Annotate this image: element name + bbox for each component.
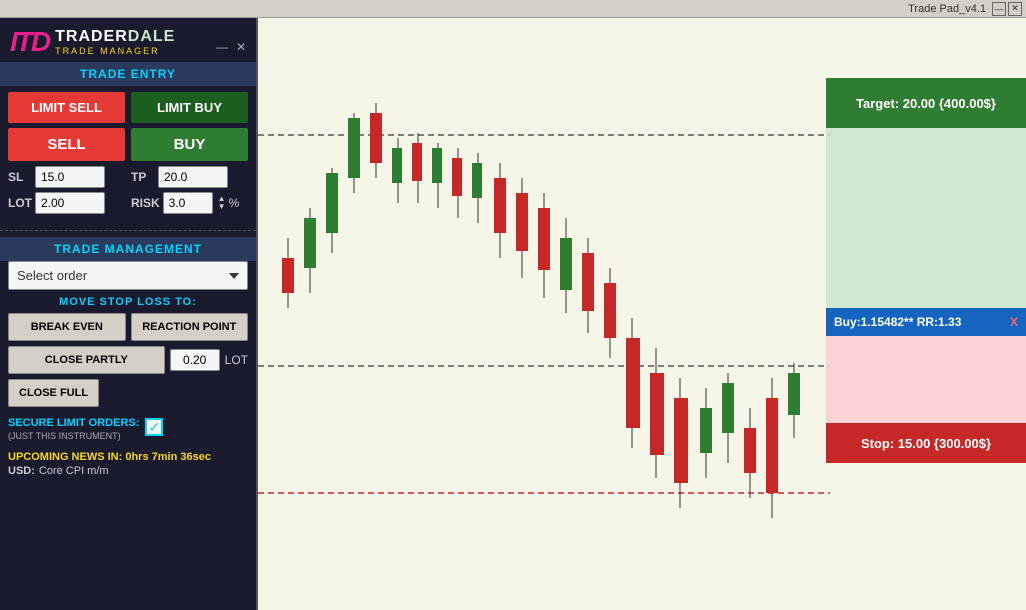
tp-label: TP — [131, 170, 155, 184]
title-bar: Trade Pad_v4.1 — ✕ — [0, 0, 1026, 18]
risk-input[interactable] — [163, 192, 213, 214]
logo-text: TRADERDALE TRADE MANAGER — [55, 28, 175, 56]
candle-body — [604, 283, 616, 338]
candle-body — [700, 408, 712, 453]
candle-body — [472, 163, 482, 198]
close-button[interactable]: ✕ — [1008, 2, 1022, 16]
candle-body — [370, 113, 382, 163]
buy-button[interactable]: BUY — [131, 128, 248, 161]
candle-body — [788, 373, 800, 415]
sl-field: SL — [8, 166, 125, 188]
sl-tp-row: SL TP — [8, 166, 248, 188]
candle-body — [626, 338, 640, 428]
tp-input[interactable] — [158, 166, 228, 188]
risk-arrows[interactable]: ▲ ▼ — [218, 195, 226, 211]
market-buttons-row: SELL BUY — [8, 128, 248, 161]
risk-down-arrow[interactable]: ▼ — [218, 203, 226, 211]
trade-mgmt-header: TRADE MANAGEMENT — [0, 237, 256, 261]
trade-entry-header: TRADE ENTRY — [0, 62, 256, 86]
secure-label: SECURE LIMIT ORDERS: — [8, 417, 139, 429]
price-target-bar: Target: 20.00 {400.00$} — [826, 78, 1026, 128]
close-partly-lot-input[interactable] — [170, 349, 220, 371]
sell-button[interactable]: SELL — [8, 128, 125, 161]
candle-body — [392, 148, 402, 183]
candle-body — [326, 173, 338, 233]
close-partly-lot-label: LOT — [225, 353, 248, 367]
news-currency: USD: — [8, 465, 35, 477]
tp-field: TP — [131, 166, 248, 188]
close-partly-button[interactable]: CLOSE PARTLY — [8, 346, 165, 374]
price-entry-label: Buy:1.15482** RR:1.33 — [834, 315, 961, 329]
news-section: UPCOMING NEWS IN: 0hrs 7min 36sec USD: C… — [0, 447, 256, 481]
candle-body — [348, 118, 360, 178]
logo-brand: TRADERDALE — [55, 28, 175, 46]
logo-icon: ITD — [10, 26, 49, 58]
secure-sublabel: (JUST THIS INSTRUMENT) — [8, 431, 139, 441]
lot-field: LOT — [8, 192, 125, 214]
news-item: USD: Core CPI m/m — [8, 465, 248, 477]
upcoming-label: UPCOMING NEWS IN: — [8, 451, 122, 463]
limit-buy-button[interactable]: LIMIT BUY — [131, 92, 248, 123]
logo-area: ITD TRADERDALE TRADE MANAGER — ✕ — [0, 18, 256, 62]
chart-area: Target: 20.00 {400.00$} Buy:1.15482** RR… — [258, 18, 1026, 610]
section-divider — [0, 230, 256, 231]
price-red-zone — [826, 336, 1026, 436]
lot-label: LOT — [8, 196, 32, 210]
price-green-zone — [826, 128, 1026, 308]
risk-label: RISK — [131, 196, 160, 210]
reaction-point-button[interactable]: REACTION POINT — [131, 313, 249, 341]
candle-body — [766, 398, 778, 493]
candle-body — [674, 398, 688, 483]
candle-body — [722, 383, 734, 433]
candle-body — [516, 193, 528, 251]
logo-subtitle: TRADE MANAGER — [55, 46, 175, 56]
close-full-row: CLOSE FULL — [8, 379, 248, 413]
price-entry-bar: Buy:1.15482** RR:1.33 X — [826, 308, 1026, 336]
trade-entry-section: LIMIT SELL LIMIT BUY SELL BUY SL TP LOT … — [0, 86, 256, 224]
logo-trader: TRADER — [55, 28, 128, 45]
candle-body — [744, 428, 756, 473]
close-full-button[interactable]: CLOSE FULL — [8, 379, 99, 407]
lot-risk-row: LOT RISK ▲ ▼ % — [8, 192, 248, 214]
panel-minimize[interactable]: — — [216, 40, 228, 54]
news-name: Core CPI m/m — [39, 465, 109, 477]
pct-label: % — [229, 196, 240, 210]
candle-body — [582, 253, 594, 311]
limit-buttons-row: LIMIT SELL LIMIT BUY — [8, 92, 248, 123]
break-even-button[interactable]: BREAK EVEN — [8, 313, 126, 341]
candle-body — [282, 258, 294, 293]
candle-body — [412, 143, 422, 181]
candle-body — [304, 218, 316, 268]
candle-body — [650, 373, 664, 455]
close-partly-row: CLOSE PARTLY LOT — [8, 346, 248, 374]
news-upcoming-row: UPCOMING NEWS IN: 0hrs 7min 36sec — [8, 451, 248, 463]
move-sl-header: MOVE STOP LOSS TO: — [8, 296, 248, 308]
sl-input[interactable] — [35, 166, 105, 188]
sl-label: SL — [8, 170, 32, 184]
risk-field: RISK ▲ ▼ % — [131, 192, 248, 214]
panel-close[interactable]: ✕ — [236, 40, 246, 54]
app-title: Trade Pad_v4.1 — [908, 3, 986, 15]
sl-buttons-row: BREAK EVEN REACTION POINT — [8, 313, 248, 341]
candle-body — [560, 238, 572, 290]
secure-checkbox[interactable]: ✓ — [145, 418, 163, 436]
select-order-dropdown[interactable]: Select order — [8, 261, 248, 290]
lot-input[interactable] — [35, 192, 105, 214]
news-time: 0hrs 7min 36sec — [125, 451, 211, 463]
candle-body — [452, 158, 462, 196]
price-stop-bar: Stop: 15.00 {300.00$} — [826, 423, 1026, 463]
left-panel: ITD TRADERDALE TRADE MANAGER — ✕ TRADE E… — [0, 18, 258, 610]
price-panel: Target: 20.00 {400.00$} Buy:1.15482** RR… — [826, 78, 1026, 408]
limit-sell-button[interactable]: LIMIT SELL — [8, 92, 125, 123]
minimize-button[interactable]: — — [992, 2, 1006, 16]
secure-row: SECURE LIMIT ORDERS: (JUST THIS INSTRUME… — [8, 413, 248, 441]
trade-mgmt-section: Select order MOVE STOP LOSS TO: BREAK EV… — [0, 261, 256, 447]
price-entry-close[interactable]: X — [1010, 315, 1018, 329]
logo-dale: DALE — [128, 28, 176, 45]
candle-body — [494, 178, 506, 233]
candle-body — [432, 148, 442, 183]
candle-body — [538, 208, 550, 270]
